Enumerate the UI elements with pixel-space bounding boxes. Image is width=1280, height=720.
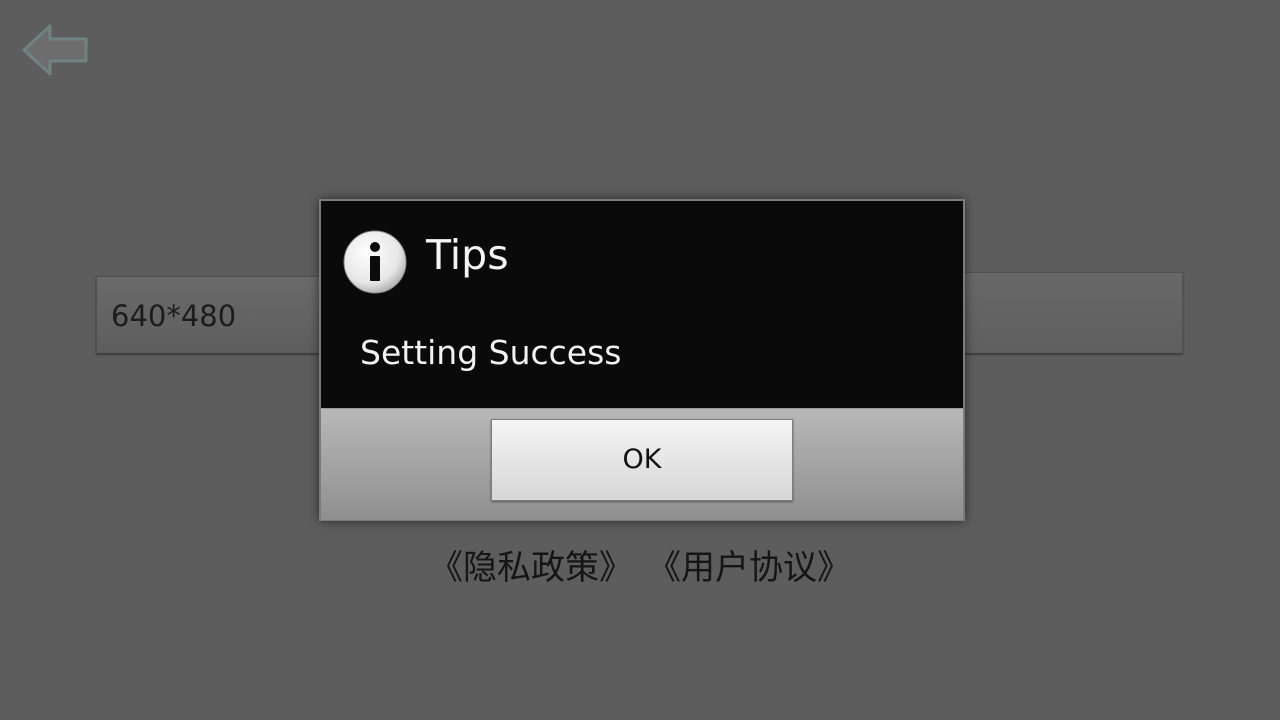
dialog-header: Tips [321, 201, 963, 311]
user-agreement-link[interactable]: 《用户协议》 [647, 548, 851, 588]
resolution-value: 640*480 [111, 299, 237, 333]
screen: 640*480 OK 《隐私政策》《用户协议》 [0, 0, 1280, 720]
dialog-title: Tips [426, 231, 509, 279]
dialog-footer: OK [321, 408, 963, 520]
back-arrow-icon [22, 24, 88, 76]
dialog-message: Setting Success [360, 333, 622, 372]
dialog-ok-button[interactable]: OK [491, 419, 793, 501]
info-icon [342, 229, 408, 295]
back-button[interactable] [20, 20, 92, 80]
policy-links: 《隐私政策》 《用户协议》 [0, 540, 1280, 589]
tips-dialog: Tips Setting Success OK [319, 199, 965, 521]
privacy-policy-link[interactable]: 《隐私政策》 [429, 548, 633, 588]
